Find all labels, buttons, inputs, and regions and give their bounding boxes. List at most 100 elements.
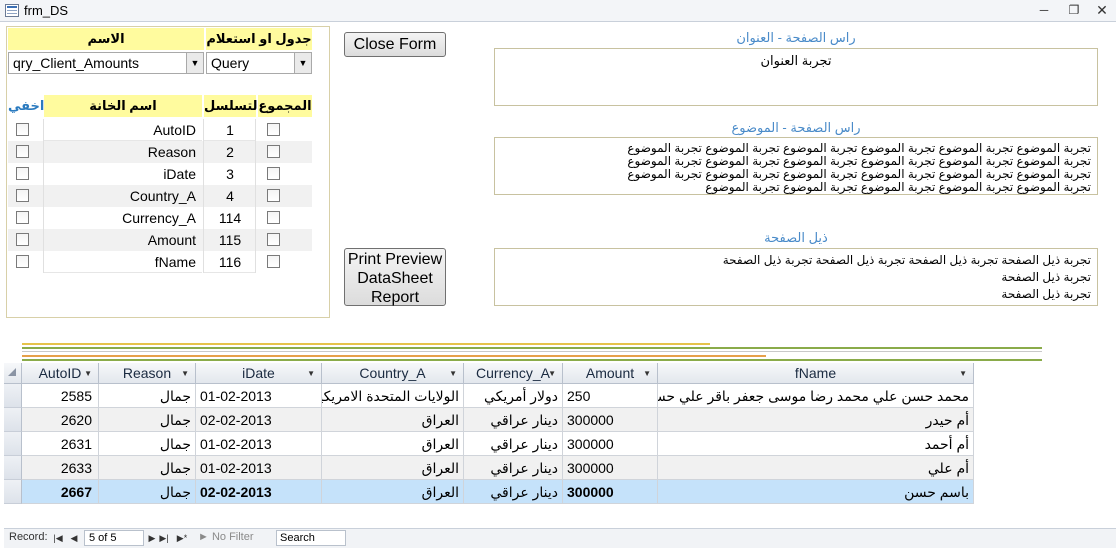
search-box[interactable]: Search xyxy=(276,530,346,546)
sort-arrow-icon[interactable]: ▼ xyxy=(449,363,457,384)
next-record-icon[interactable]: ▶ xyxy=(146,531,158,545)
hide-checkbox[interactable] xyxy=(16,233,29,246)
cell-autoid[interactable]: 2585 xyxy=(22,384,99,408)
field-name-cell[interactable]: AutoID xyxy=(44,119,202,141)
print-preview-button[interactable]: Print Preview DataSheet Report xyxy=(344,248,446,306)
cell-amount[interactable]: 300000 xyxy=(563,480,658,504)
header-subject-textbox[interactable]: تجربة الموضوع تجربة الموضوع تجربة الموضو… xyxy=(494,137,1098,195)
total-checkbox[interactable] xyxy=(267,167,280,180)
field-name-cell[interactable]: fName xyxy=(44,251,202,273)
cell-idate[interactable]: 01-02-2013 xyxy=(196,456,322,480)
hide-checkbox[interactable] xyxy=(16,189,29,202)
total-checkbox[interactable] xyxy=(267,255,280,268)
total-checkbox[interactable] xyxy=(267,211,280,224)
cell-currency_a[interactable]: دينار عراقي xyxy=(464,432,563,456)
cell-autoid[interactable]: 2633 xyxy=(22,456,99,480)
sequence-cell[interactable]: 116 xyxy=(204,251,256,273)
cell-idate[interactable]: 01-02-2013 xyxy=(196,432,322,456)
column-header-reason[interactable]: Reason ▼ xyxy=(99,363,196,384)
sort-arrow-icon[interactable]: ▼ xyxy=(959,363,967,384)
sort-arrow-icon[interactable]: ▼ xyxy=(548,363,556,384)
total-checkbox[interactable] xyxy=(267,123,280,136)
cell-autoid[interactable]: 2667 xyxy=(22,480,99,504)
footer-textbox[interactable]: تجربة ذيل الصفحة تجربة ذيل الصفحة تجربة … xyxy=(494,248,1098,306)
cell-fname[interactable]: باسم حسن xyxy=(658,480,974,504)
cell-currency_a[interactable]: دينار عراقي xyxy=(464,480,563,504)
column-header-amount[interactable]: Amount ▼ xyxy=(563,363,658,384)
source-name-combo[interactable]: qry_Client_Amounts ▼ xyxy=(8,52,204,74)
cell-fname[interactable]: أم أحمد xyxy=(658,432,974,456)
cell-currency_a[interactable]: دينار عراقي xyxy=(464,456,563,480)
close-icon[interactable]: ✕ xyxy=(1090,2,1114,19)
sort-arrow-icon[interactable]: ▼ xyxy=(643,363,651,384)
no-filter-button[interactable]: ► No Filter xyxy=(198,531,254,543)
current-record-field[interactable]: 5 of 5 xyxy=(84,530,144,546)
source-type-combo[interactable]: Query ▼ xyxy=(206,52,312,74)
cell-reason[interactable]: جمال xyxy=(99,408,196,432)
field-name-cell[interactable]: Reason xyxy=(44,141,202,163)
hide-checkbox[interactable] xyxy=(16,123,29,136)
sequence-cell[interactable]: 115 xyxy=(204,229,256,251)
cell-amount[interactable]: 300000 xyxy=(563,408,658,432)
column-header-autoid[interactable]: AutoID ▼ xyxy=(22,363,99,384)
new-record-icon[interactable]: ▶* xyxy=(174,531,190,545)
field-name-cell[interactable]: Currency_A xyxy=(44,207,202,229)
total-checkbox[interactable] xyxy=(267,145,280,158)
record-selector[interactable] xyxy=(4,480,22,504)
column-header-fname[interactable]: fName ▼ xyxy=(658,363,974,384)
cell-fname[interactable]: أم حيدر xyxy=(658,408,974,432)
cell-reason[interactable]: جمال xyxy=(99,432,196,456)
cell-amount[interactable]: 300000 xyxy=(563,456,658,480)
cell-idate[interactable]: 02-02-2013 xyxy=(196,480,322,504)
sequence-cell[interactable]: 114 xyxy=(204,207,256,229)
record-selector[interactable] xyxy=(4,432,22,456)
cell-amount[interactable]: 300000 xyxy=(563,432,658,456)
sort-arrow-icon[interactable]: ▼ xyxy=(181,363,189,384)
hide-checkbox[interactable] xyxy=(16,167,29,180)
total-checkbox[interactable] xyxy=(267,233,280,246)
cell-autoid[interactable]: 2631 xyxy=(22,432,99,456)
field-name-cell[interactable]: Country_A xyxy=(44,185,202,207)
sequence-cell[interactable]: 1 xyxy=(204,119,256,141)
minimize-icon[interactable]: ─ xyxy=(1032,2,1056,19)
cell-currency_a[interactable]: دينار عراقي xyxy=(464,408,563,432)
first-record-icon[interactable]: |◀ xyxy=(52,531,64,545)
cell-reason[interactable]: جمال xyxy=(99,480,196,504)
cell-fname[interactable]: أم علي xyxy=(658,456,974,480)
sort-arrow-icon[interactable]: ▼ xyxy=(84,363,92,384)
hide-checkbox[interactable] xyxy=(16,211,29,224)
cell-reason[interactable]: جمال xyxy=(99,456,196,480)
chevron-down-icon[interactable]: ▼ xyxy=(294,53,311,73)
close-form-button[interactable]: Close Form xyxy=(344,32,446,57)
cell-country_a[interactable]: العراق xyxy=(322,408,464,432)
column-header-idate[interactable]: iDate ▼ xyxy=(196,363,322,384)
hide-checkbox[interactable] xyxy=(16,255,29,268)
record-selector[interactable] xyxy=(4,384,22,408)
column-header-currency[interactable]: Currency_A ▼ xyxy=(464,363,563,384)
cell-country_a[interactable]: الولايات المتحدة الامريكية xyxy=(322,384,464,408)
record-selector[interactable] xyxy=(4,408,22,432)
cell-idate[interactable]: 02-02-2013 xyxy=(196,408,322,432)
cell-fname[interactable]: محمد حسن علي محمد رضا موسى جعفر باقر علي… xyxy=(658,384,974,408)
last-record-icon[interactable]: ▶| xyxy=(158,531,170,545)
previous-record-icon[interactable]: ◀ xyxy=(68,531,80,545)
hide-checkbox[interactable] xyxy=(16,145,29,158)
select-all-corner[interactable] xyxy=(4,363,22,384)
sort-arrow-icon[interactable]: ▼ xyxy=(307,363,315,384)
column-header-country[interactable]: Country_A ▼ xyxy=(322,363,464,384)
cell-reason[interactable]: جمال xyxy=(99,384,196,408)
cell-autoid[interactable]: 2620 xyxy=(22,408,99,432)
sequence-cell[interactable]: 3 xyxy=(204,163,256,185)
cell-country_a[interactable]: العراق xyxy=(322,432,464,456)
record-selector[interactable] xyxy=(4,456,22,480)
cell-country_a[interactable]: العراق xyxy=(322,456,464,480)
field-name-cell[interactable]: Amount xyxy=(44,229,202,251)
total-checkbox[interactable] xyxy=(267,189,280,202)
sequence-cell[interactable]: 4 xyxy=(204,185,256,207)
restore-icon[interactable]: ❐ xyxy=(1062,2,1086,19)
header-title-textbox[interactable]: تجربة العنوان xyxy=(494,48,1098,106)
field-name-cell[interactable]: iDate xyxy=(44,163,202,185)
cell-amount[interactable]: 250 xyxy=(563,384,658,408)
cell-idate[interactable]: 01-02-2013 xyxy=(196,384,322,408)
cell-country_a[interactable]: العراق xyxy=(322,480,464,504)
